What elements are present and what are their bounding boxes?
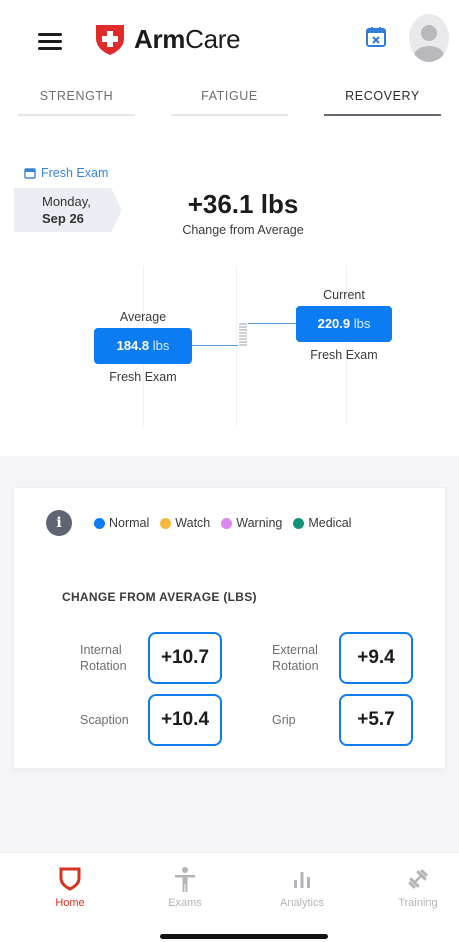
nav-exams-label: Exams [168, 897, 202, 909]
grip-value[interactable]: +5.7 [339, 694, 413, 746]
legend-warning: Warning [221, 516, 282, 530]
tab-fatigue[interactable]: FATIGUE [153, 82, 306, 116]
hamburger-menu-icon[interactable] [38, 33, 62, 51]
warning-dot-icon [221, 517, 233, 529]
external-rotation-label: External Rotation [272, 642, 319, 674]
connector-line [192, 345, 238, 346]
change-caption: Change from Average [182, 223, 304, 237]
bottom-nav: Home Exams Analytics Training [0, 852, 459, 942]
scaption-label: Scaption [80, 713, 129, 727]
average-unit: lbs [152, 338, 170, 353]
legend-warning-label: Warning [236, 516, 283, 530]
connector-line [248, 323, 296, 324]
normal-dot-icon [94, 517, 105, 529]
nav-analytics[interactable]: Analytics [262, 863, 342, 909]
legend-medical: Medical [293, 516, 351, 530]
nav-home-label: Home [55, 897, 85, 909]
shield-cross-icon [96, 25, 124, 55]
calendar-icon[interactable] [364, 25, 388, 49]
label-line: Rotation [272, 659, 319, 673]
person-icon [175, 867, 195, 892]
grid-line [236, 266, 237, 426]
legend-normal: Normal [94, 516, 149, 530]
medical-dot-icon [293, 517, 305, 529]
legend-medical-label: Medical [308, 516, 352, 530]
app-header: ArmCare [0, 0, 459, 80]
brand-name-light: Care [185, 23, 241, 54]
legend-watch-label: Watch [175, 516, 211, 530]
brand-logo: ArmCare [94, 22, 241, 56]
internal-rotation-value[interactable]: +10.7 [148, 632, 222, 684]
drag-handle-icon [239, 323, 247, 346]
tab-recovery[interactable]: RECOVERY [306, 82, 459, 116]
external-rotation-value[interactable]: +9.4 [339, 632, 413, 684]
brand-name: ArmCare [134, 23, 241, 55]
nav-exams[interactable]: Exams [145, 863, 225, 909]
average-value-box[interactable]: 184.8 lbs [94, 328, 192, 364]
legend-normal-label: Normal [109, 516, 150, 530]
current-value: 220.9 [317, 316, 351, 331]
label-line: External [272, 643, 318, 657]
current-unit: lbs [353, 316, 371, 331]
nav-training[interactable]: Training [378, 863, 458, 909]
current-source-label: Fresh Exam [310, 348, 378, 362]
internal-rotation-label: Internal Rotation [80, 642, 127, 674]
fresh-exam-link[interactable]: Fresh Exam [24, 166, 108, 180]
scaption-value[interactable]: +10.4 [148, 694, 222, 746]
average-value: 184.8 [116, 338, 150, 353]
average-vs-current-diagram: Average 184.8 lbs Fresh Exam Current 220… [0, 256, 459, 456]
legend-watch: Watch [160, 516, 210, 530]
nav-training-label: Training [398, 897, 438, 909]
info-icon[interactable]: i [46, 510, 72, 536]
calendar-small-icon [24, 168, 36, 179]
average-source-label: Fresh Exam [109, 370, 177, 384]
current-label: Current [323, 288, 365, 302]
app-screen: ArmCare STRENGTH FATIGUE RECOVERY Fresh … [0, 0, 459, 942]
status-legend: i Normal Watch Warning Medical [46, 510, 362, 536]
grip-label: Grip [272, 713, 296, 727]
home-shield-icon [59, 867, 81, 891]
current-value-box[interactable]: 220.9 lbs [296, 306, 392, 342]
brand-name-bold: Arm [134, 23, 186, 54]
home-indicator [160, 934, 328, 939]
metrics-title: CHANGE FROM AVERAGE (LBS) [62, 590, 257, 604]
exam-date: Sep 26 [42, 211, 84, 226]
exam-date-tag: Monday, Sep 26 [14, 188, 122, 232]
change-value: +36.1 lbs [187, 189, 299, 219]
bar-chart-icon [294, 872, 310, 888]
tab-strength[interactable]: STRENGTH [0, 82, 153, 116]
label-line: Rotation [80, 659, 127, 673]
average-label: Average [119, 310, 167, 324]
dumbbell-icon [408, 869, 428, 889]
nav-analytics-label: Analytics [279, 897, 325, 909]
user-avatar-icon[interactable] [409, 14, 449, 62]
segment-tabs: STRENGTH FATIGUE RECOVERY [0, 82, 459, 116]
status-card: i Normal Watch Warning Medical CHANGE FR… [14, 488, 445, 768]
exam-day: Monday, [42, 194, 91, 209]
watch-dot-icon [160, 517, 172, 529]
fresh-exam-label: Fresh Exam [41, 166, 109, 180]
label-line: Internal [80, 643, 122, 657]
nav-home[interactable]: Home [30, 863, 110, 909]
